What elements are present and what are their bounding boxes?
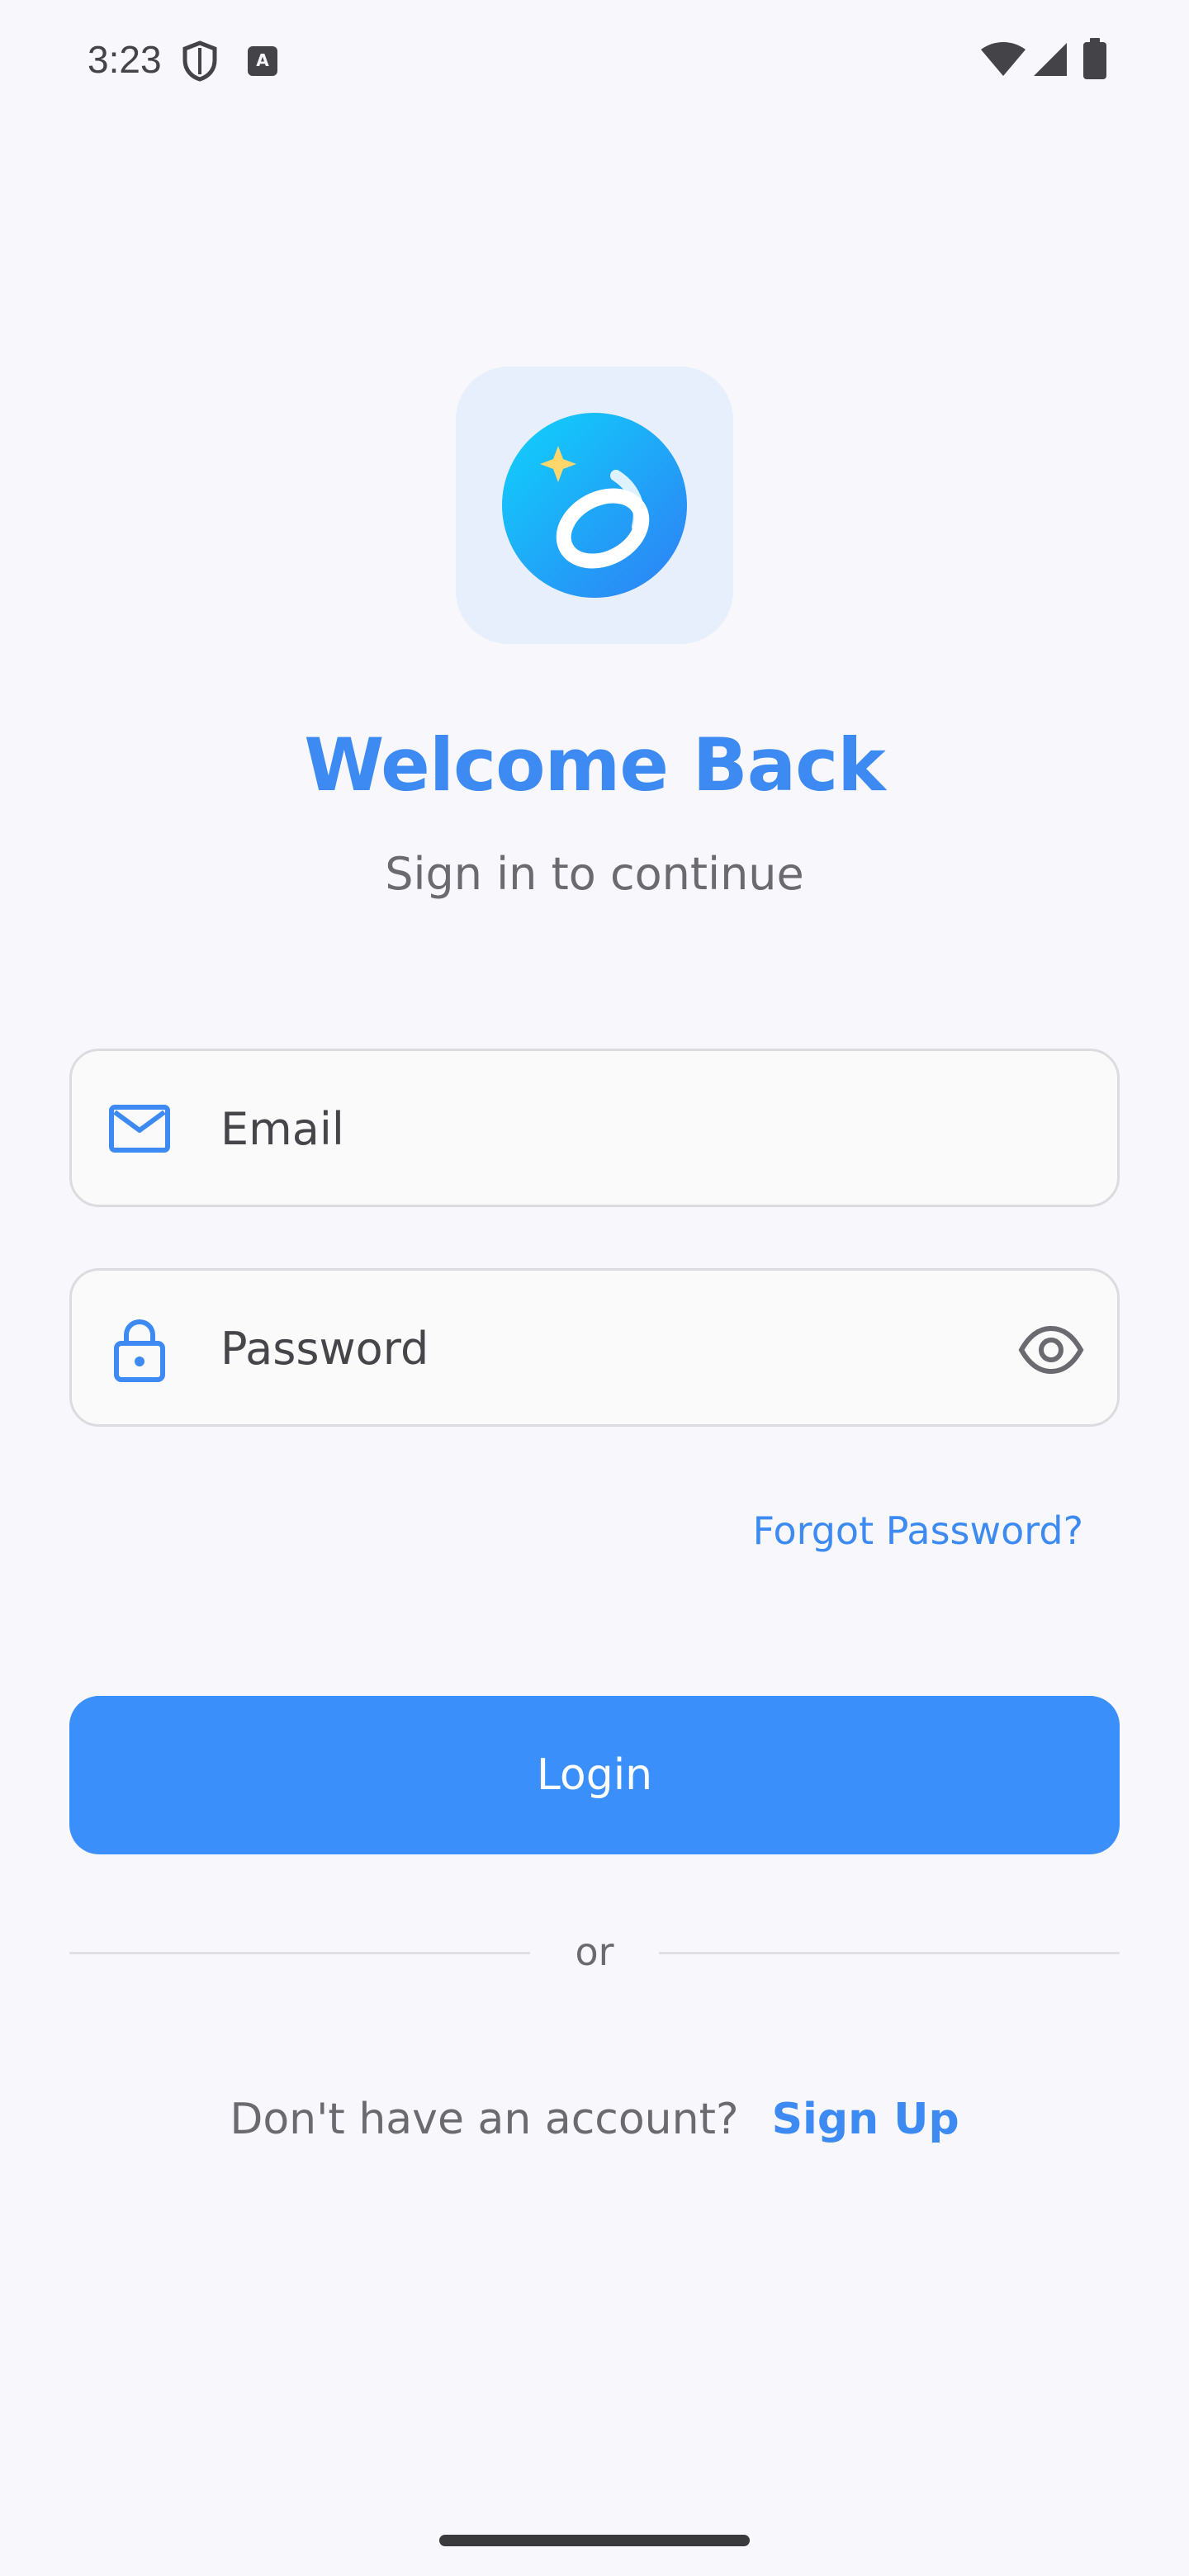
app-logo-icon (502, 413, 687, 598)
divider-line-left (69, 1952, 530, 1954)
mail-icon (109, 1105, 170, 1153)
status-time: 3:23 (88, 38, 162, 81)
wifi-icon (981, 42, 1026, 76)
eye-icon[interactable] (1018, 1317, 1084, 1383)
email-input[interactable] (220, 1092, 964, 1165)
svg-text:A: A (256, 50, 269, 70)
password-input[interactable] (220, 1312, 964, 1385)
home-indicator[interactable] (439, 2535, 750, 2546)
forgot-password-link[interactable]: Forgot Password? (753, 1504, 1083, 1557)
password-field[interactable] (69, 1268, 1120, 1427)
keyboard-a-icon: A (248, 46, 277, 76)
signup-link[interactable]: Sign Up (772, 2095, 959, 2144)
battery-icon (1083, 38, 1106, 79)
email-field[interactable] (69, 1049, 1120, 1207)
cell-signal-icon (1034, 43, 1067, 76)
page-subtitle: Sign in to continue (385, 848, 804, 900)
lock-icon (114, 1319, 165, 1382)
login-button[interactable]: Login (69, 1696, 1120, 1854)
page-title: Welcome Back (304, 722, 886, 807)
divider-label: or (575, 1930, 614, 1974)
signup-row: Don't have an account? Sign Up (0, 2091, 1189, 2148)
signup-prompt: Don't have an account? (230, 2095, 739, 2144)
app-logo (456, 367, 733, 644)
divider-line-right (659, 1952, 1120, 1954)
shield-icon (182, 40, 217, 82)
